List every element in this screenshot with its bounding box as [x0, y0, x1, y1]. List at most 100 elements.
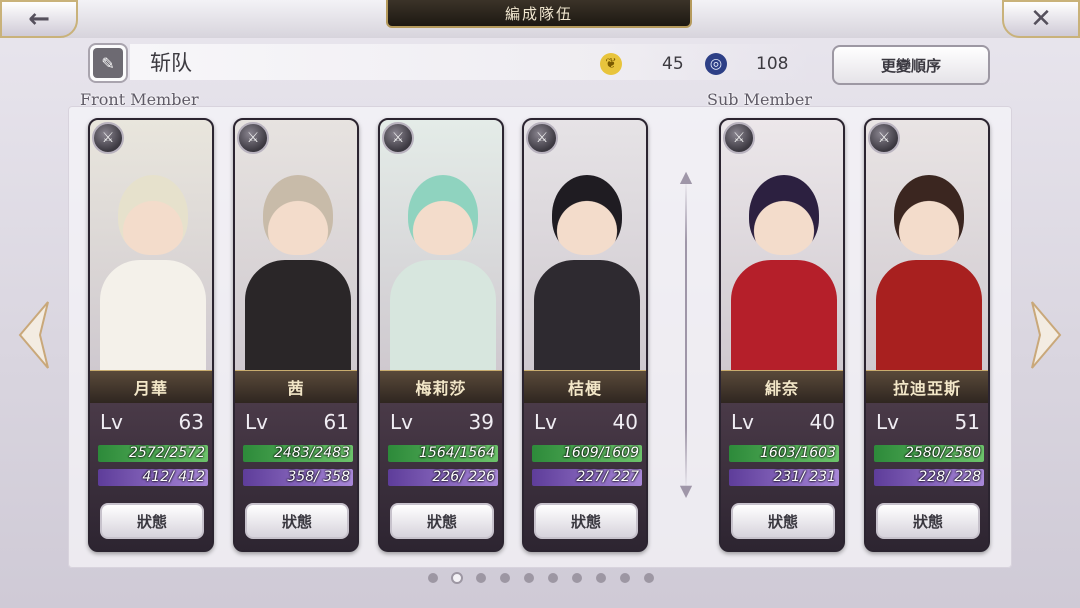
status-button[interactable]: 狀態 — [390, 503, 494, 539]
swirl-icon: ◎ — [705, 53, 727, 75]
page-title-plate: 編成隊伍 — [386, 0, 692, 28]
close-icon: ✕ — [1030, 4, 1052, 34]
character-name: 桔梗 — [567, 379, 602, 398]
level-row: Lv 51 — [874, 410, 982, 436]
character-card[interactable]: ⚔ 拉迪亞斯 Lv 51 2580/2580 228/ 228 狀態 — [864, 118, 990, 552]
status-button-label: 狀態 — [912, 512, 943, 531]
character-name: 梅莉莎 — [415, 379, 467, 398]
level-label: Lv — [876, 410, 899, 434]
character-name-plate: 月華 — [90, 370, 212, 404]
character-name-plate: 梅莉莎 — [380, 370, 502, 404]
divider-bottom-ornament-icon: ▼ — [679, 481, 693, 500]
level-value: 61 — [323, 410, 349, 434]
status-button-label: 狀態 — [570, 512, 601, 531]
feather-icon: ❦ — [600, 53, 622, 75]
portrait-head — [263, 175, 333, 255]
mp-bar: 228/ 228 — [874, 469, 984, 486]
status-button-label: 狀態 — [281, 512, 312, 531]
mp-bar: 231/ 231 — [729, 469, 839, 486]
level-row: Lv 61 — [243, 410, 351, 436]
portrait-head — [118, 175, 188, 255]
edit-team-name-button[interactable]: ✎ — [88, 43, 128, 83]
status-button[interactable]: 狀態 — [245, 503, 349, 539]
page-dot[interactable] — [620, 573, 630, 583]
page-dot[interactable] — [428, 573, 438, 583]
hp-value: 1564/1564 — [419, 445, 495, 461]
sword-weapon-icon: ⚔ — [723, 122, 755, 154]
page-dot[interactable] — [548, 573, 558, 583]
hp-value: 2483/2483 — [274, 445, 350, 461]
character-name: 緋奈 — [764, 379, 799, 398]
status-button[interactable]: 狀態 — [731, 503, 835, 539]
sword-weapon-icon: ⚔ — [868, 122, 900, 154]
page-title: 編成隊伍 — [504, 4, 573, 23]
next-page-arrow-icon[interactable] — [1030, 300, 1062, 370]
character-name: 月華 — [133, 379, 168, 398]
quill-pen-icon: ✎ — [93, 48, 123, 78]
character-portrait: ⚔ — [866, 120, 988, 380]
sword-weapon-icon: ⚔ — [92, 122, 124, 154]
level-label: Lv — [534, 410, 557, 434]
portrait-body — [876, 260, 982, 380]
sword-weapon-icon: ⚔ — [237, 122, 269, 154]
level-label: Lv — [100, 410, 123, 434]
hp-value: 2580/2580 — [905, 445, 981, 461]
mp-value: 412/ 412 — [142, 469, 205, 485]
page-dot[interactable] — [451, 572, 463, 584]
hp-bar: 1609/1609 — [532, 445, 642, 462]
back-arrow-icon: ← — [28, 4, 50, 34]
status-button[interactable]: 狀態 — [534, 503, 638, 539]
level-row: Lv 40 — [532, 410, 640, 436]
member-divider — [685, 180, 687, 490]
level-value: 40 — [809, 410, 835, 434]
swirl-value: 108 — [756, 54, 789, 74]
page-dot[interactable] — [572, 573, 582, 583]
character-name: 拉迪亞斯 — [892, 379, 961, 398]
character-card[interactable]: ⚔ 月華 Lv 63 2572/2572 412/ 412 狀態 — [88, 118, 214, 552]
character-card[interactable]: ⚔ 茜 Lv 61 2483/2483 358/ 358 狀態 — [233, 118, 359, 552]
mp-value: 231/ 231 — [773, 469, 836, 485]
page-dot[interactable] — [500, 573, 510, 583]
portrait-body — [731, 260, 837, 380]
portrait-head — [749, 175, 819, 255]
close-button[interactable]: ✕ — [1002, 0, 1080, 38]
change-order-button[interactable]: 更變順序 — [832, 45, 990, 85]
page-dot[interactable] — [476, 573, 486, 583]
hp-bar: 2572/2572 — [98, 445, 208, 462]
mp-bar: 226/ 226 — [388, 469, 498, 486]
page-dot[interactable] — [524, 573, 534, 583]
page-dot[interactable] — [644, 573, 654, 583]
portrait-head — [408, 175, 478, 255]
level-value: 63 — [178, 410, 204, 434]
mp-value: 226/ 226 — [432, 469, 495, 485]
character-card[interactable]: ⚔ 梅莉莎 Lv 39 1564/1564 226/ 226 狀態 — [378, 118, 504, 552]
portrait-head — [552, 175, 622, 255]
status-button[interactable]: 狀態 — [100, 503, 204, 539]
status-button[interactable]: 狀態 — [876, 503, 980, 539]
character-info: Lv 40 1609/1609 227/ 227 狀態 — [524, 403, 646, 550]
previous-page-arrow-icon[interactable] — [18, 300, 50, 370]
level-row: Lv 39 — [388, 410, 496, 436]
feather-value: 45 — [662, 54, 684, 74]
back-button[interactable]: ← — [0, 0, 78, 38]
sword-weapon-icon: ⚔ — [382, 122, 414, 154]
level-row: Lv 40 — [729, 410, 837, 436]
character-portrait: ⚔ — [380, 120, 502, 380]
hp-value: 1609/1609 — [563, 445, 639, 461]
status-button-label: 狀態 — [426, 512, 457, 531]
character-card[interactable]: ⚔ 緋奈 Lv 40 1603/1603 231/ 231 狀態 — [719, 118, 845, 552]
status-button-label: 狀態 — [136, 512, 167, 531]
character-portrait: ⚔ — [721, 120, 843, 380]
page-dot[interactable] — [596, 573, 606, 583]
character-info: Lv 61 2483/2483 358/ 358 狀態 — [235, 403, 357, 550]
level-row: Lv 63 — [98, 410, 206, 436]
level-value: 40 — [612, 410, 638, 434]
status-button-label: 狀態 — [767, 512, 798, 531]
character-info: Lv 39 1564/1564 226/ 226 狀態 — [380, 403, 502, 550]
level-value: 39 — [468, 410, 494, 434]
mp-bar: 412/ 412 — [98, 469, 208, 486]
portrait-body — [245, 260, 351, 380]
character-card[interactable]: ⚔ 桔梗 Lv 40 1609/1609 227/ 227 狀態 — [522, 118, 648, 552]
character-portrait: ⚔ — [90, 120, 212, 380]
mp-value: 227/ 227 — [576, 469, 639, 485]
